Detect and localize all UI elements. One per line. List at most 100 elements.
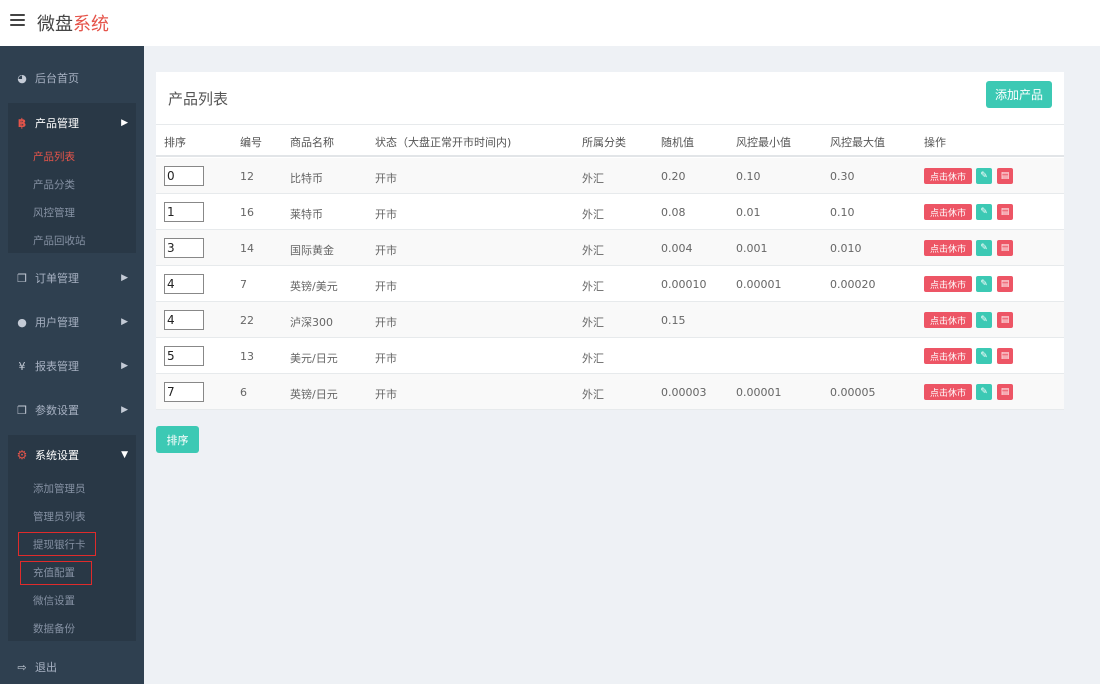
bitcoin-icon: ฿ — [17, 116, 27, 130]
delete-button[interactable]: ▤ — [997, 240, 1013, 256]
hamburger-icon[interactable] — [10, 14, 25, 28]
delete-button[interactable]: ▤ — [997, 204, 1013, 220]
brand-main: 微盘 — [37, 14, 73, 35]
cell-id: 22 — [240, 314, 254, 327]
cell-min: 0.00001 — [736, 386, 782, 399]
sidebar-subitem-risk-control[interactable]: 风控管理 — [8, 199, 136, 227]
edit-button[interactable]: ✎ — [976, 348, 992, 364]
sidebar-item-logout[interactable]: ⇨ 退出 — [0, 647, 144, 684]
close-market-button[interactable]: 点击休市 — [924, 204, 972, 220]
sidebar-item-orders[interactable]: ❐ 订单管理 ▶ — [0, 258, 144, 298]
brand-logo: 微盘系统 — [37, 10, 109, 36]
delete-button[interactable]: ▤ — [997, 276, 1013, 292]
cell-status: 开市 — [375, 352, 397, 365]
close-market-button[interactable]: 点击休市 — [924, 240, 972, 256]
trash-icon: ▤ — [1000, 243, 1010, 253]
sidebar-item-label: 订单管理 — [35, 272, 79, 285]
cell-id: 12 — [240, 170, 254, 183]
cell-random: 0.00010 — [661, 278, 707, 291]
sidebar-subitem-withdraw-card[interactable]: 提现银行卡 — [8, 531, 136, 559]
cell-random: 0.15 — [661, 314, 686, 327]
cell-id: 16 — [240, 206, 254, 219]
sort-order-input[interactable] — [164, 166, 204, 186]
close-market-button[interactable]: 点击休市 — [924, 312, 972, 328]
edit-button[interactable]: ✎ — [976, 312, 992, 328]
cell-name: 英镑/美元 — [290, 280, 338, 293]
cell-status: 开市 — [375, 280, 397, 293]
pencil-icon: ✎ — [980, 387, 988, 397]
sort-order-input[interactable] — [164, 382, 204, 402]
sort-order-input[interactable] — [164, 238, 204, 258]
sidebar-item-label: 后台首页 — [35, 72, 79, 85]
highlight-box — [18, 532, 96, 556]
sort-order-input[interactable] — [164, 202, 204, 222]
edit-button[interactable]: ✎ — [976, 168, 992, 184]
table-row: 6 英镑/日元 开市 外汇 0.00003 0.00001 0.00005 点击休市 ✎ ▤ — [156, 374, 1064, 410]
delete-button[interactable]: ▤ — [997, 384, 1013, 400]
sidebar: ◕ 后台首页 ฿ 产品管理 ▶ 产品列表 产品分类 风控管理 产品回收站 ❐ 订… — [0, 46, 144, 684]
sort-order-input[interactable] — [164, 346, 204, 366]
sidebar-subitem-add-admin[interactable]: 添加管理员 — [8, 475, 136, 503]
sign-out-icon: ⇨ — [17, 660, 27, 674]
pencil-icon: ✎ — [980, 243, 988, 253]
delete-button[interactable]: ▤ — [997, 168, 1013, 184]
sort-button[interactable]: 排序 — [156, 426, 199, 453]
cell-category: 外汇 — [582, 244, 604, 257]
cell-random: 0.20 — [661, 170, 686, 183]
top-bar: 微盘系统 — [0, 0, 1100, 46]
close-market-button[interactable]: 点击休市 — [924, 348, 972, 364]
table-row: 7 英镑/美元 开市 外汇 0.00010 0.00001 0.00020 点击休市 ✎ ▤ — [156, 266, 1064, 302]
edit-button[interactable]: ✎ — [976, 240, 992, 256]
delete-button[interactable]: ▤ — [997, 348, 1013, 364]
sidebar-subitem-product-list[interactable]: 产品列表 — [8, 143, 136, 171]
sidebar-subitem-product-category[interactable]: 产品分类 — [8, 171, 136, 199]
pencil-icon: ✎ — [980, 279, 988, 289]
cell-min: 0.01 — [736, 206, 761, 219]
trash-icon: ▤ — [1000, 351, 1010, 361]
edit-button[interactable]: ✎ — [976, 204, 992, 220]
cell-id: 13 — [240, 350, 254, 363]
delete-button[interactable]: ▤ — [997, 312, 1013, 328]
cell-min: 0.00001 — [736, 278, 782, 291]
sidebar-item-system[interactable]: ⚙ 系统设置 ▼ — [8, 435, 136, 475]
copy-icon: ❐ — [17, 271, 27, 285]
cell-category: 外汇 — [582, 172, 604, 185]
cell-name: 美元/日元 — [290, 352, 338, 365]
sidebar-item-label: 产品管理 — [35, 117, 79, 130]
sidebar-subitem-recycle-bin[interactable]: 产品回收站 — [8, 227, 136, 255]
close-market-button[interactable]: 点击休市 — [924, 168, 972, 184]
close-market-button[interactable]: 点击休市 — [924, 276, 972, 292]
sidebar-item-params[interactable]: ❐ 参数设置 ▶ — [0, 390, 144, 430]
sidebar-subitem-backup[interactable]: 数据备份 — [8, 615, 136, 643]
pencil-icon: ✎ — [980, 207, 988, 217]
gears-icon: ⚙ — [16, 448, 28, 462]
chevron-right-icon: ▶ — [121, 118, 128, 128]
table-row: 13 美元/日元 开市 外汇 点击休市 ✎ ▤ — [156, 338, 1064, 374]
sidebar-item-products[interactable]: ฿ 产品管理 ▶ — [8, 103, 136, 143]
sort-order-input[interactable] — [164, 310, 204, 330]
yen-icon: ¥ — [18, 359, 26, 373]
cell-id: 6 — [240, 386, 247, 399]
pencil-icon: ✎ — [980, 315, 988, 325]
close-market-button[interactable]: 点击休市 — [924, 384, 972, 400]
sort-order-input[interactable] — [164, 274, 204, 294]
copy-icon: ❐ — [17, 403, 27, 417]
trash-icon: ▤ — [1000, 387, 1010, 397]
table-row: 14 国际黄金 开市 外汇 0.004 0.001 0.010 点击休市 ✎ ▤ — [156, 230, 1064, 266]
table-header: 排序 编号 商品名称 状态（大盘正常开市时间内) 所属分类 随机值 风控最小值 … — [156, 124, 1064, 157]
sidebar-subitem-recharge-config[interactable]: 充值配置 — [8, 559, 136, 587]
add-product-button[interactable]: 添加产品 — [986, 81, 1052, 108]
cell-name: 英镑/日元 — [290, 388, 338, 401]
sidebar-subitem-admin-list[interactable]: 管理员列表 — [8, 503, 136, 531]
column-header: 编号 — [240, 136, 262, 149]
sidebar-item-label: 系统设置 — [35, 449, 79, 462]
column-header: 操作 — [924, 136, 946, 149]
sidebar-item-reports[interactable]: ¥ 报表管理 ▶ — [0, 346, 144, 386]
sidebar-subitem-wechat[interactable]: 微信设置 — [8, 587, 136, 615]
sidebar-item-users[interactable]: ● 用户管理 ▶ — [0, 302, 144, 342]
sidebar-item-dashboard[interactable]: ◕ 后台首页 — [0, 58, 144, 98]
edit-button[interactable]: ✎ — [976, 384, 992, 400]
edit-button[interactable]: ✎ — [976, 276, 992, 292]
cell-status: 开市 — [375, 388, 397, 401]
sidebar-item-label: 参数设置 — [35, 404, 79, 417]
